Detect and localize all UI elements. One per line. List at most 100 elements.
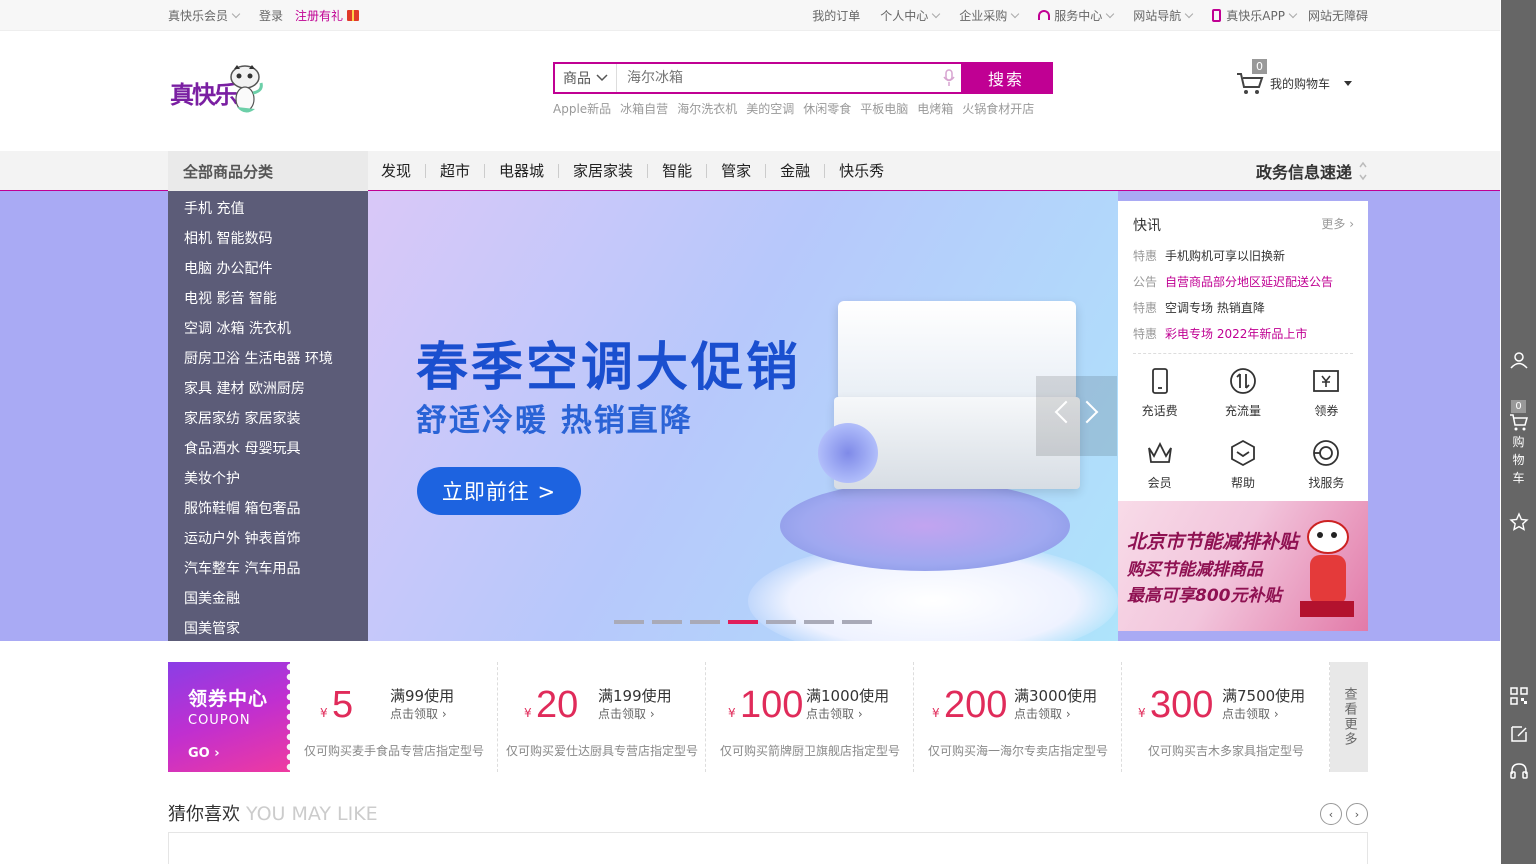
gov-info-link[interactable]: 政务信息速递 — [1256, 151, 1368, 191]
more-coupons-button[interactable]: 查看更多 — [1330, 662, 1368, 772]
enterprise-link[interactable]: 企业采购 — [959, 7, 1020, 24]
hotword-link[interactable]: 休闲零食 — [803, 100, 851, 117]
category-item[interactable]: 运动户外 钟表首饰 — [168, 524, 368, 554]
subsidy-promo-banner[interactable]: 北京市节能减排补贴 购买节能减排商品 最高可享800元补贴 — [1118, 501, 1368, 631]
category-item[interactable]: 美妆个护 — [168, 464, 368, 494]
category-item[interactable]: 厨房卫浴 生活电器 环境 — [168, 344, 368, 374]
news-tag: 特惠 — [1133, 327, 1158, 341]
voice-search-icon[interactable] — [937, 64, 961, 92]
nav-item-discover[interactable]: 发现 — [381, 164, 427, 179]
category-item[interactable]: 电视 影音 智能 — [168, 284, 368, 314]
coupon-amount: 300 — [1150, 684, 1214, 726]
coupon-description: 仅可购买海一海尔专卖店指定型号 — [927, 744, 1108, 758]
news-more-link[interactable]: 更多 › — [1321, 215, 1354, 235]
service-data[interactable]: 充流量 — [1201, 362, 1284, 434]
coupon-card[interactable]: ¥100 满1000使用 点击领取 › 仅可购买箭牌厨卫旗舰店指定型号 — [706, 662, 914, 772]
news-text: 彩电专场 2022年新品上市 — [1165, 327, 1308, 341]
category-item[interactable]: 电脑 办公配件 — [168, 254, 368, 284]
nav-item-happy-show[interactable]: 快乐秀 — [825, 164, 898, 179]
sidebar-qrcode[interactable] — [1501, 686, 1536, 706]
category-item[interactable]: 国美管家 — [168, 614, 368, 644]
carousel-dot[interactable] — [614, 620, 644, 624]
coupon-claim-link[interactable]: 点击领取 › — [1014, 705, 1071, 722]
all-categories-button[interactable]: 全部商品分类 — [168, 151, 368, 191]
register-link[interactable]: 注册有礼 — [295, 7, 360, 24]
coupon-center-title[interactable]: 领券中心 COUPON GO › — [168, 662, 294, 772]
personal-center-link[interactable]: 个人中心 — [880, 7, 941, 24]
search-category-select[interactable]: 商品 — [555, 64, 617, 92]
carousel-dot[interactable] — [842, 620, 872, 624]
promo-line: 购买节能减排商品 — [1127, 560, 1263, 580]
category-item[interactable]: 汽车整车 汽车用品 — [168, 554, 368, 584]
nav-item-appliance[interactable]: 电器城 — [485, 164, 560, 179]
member-link[interactable]: 真快乐会员 — [168, 7, 241, 24]
coupon-claim-link[interactable]: 点击领取 › — [1222, 705, 1279, 722]
service-coupon[interactable]: 领券 — [1285, 362, 1368, 434]
category-item[interactable]: 相机 智能数码 — [168, 224, 368, 254]
chevron-right-icon: › — [438, 707, 447, 721]
sidebar-favorites[interactable] — [1501, 512, 1536, 532]
accessibility-link[interactable]: 网站无障碍 — [1308, 7, 1368, 24]
my-cart-button[interactable]: 0 我的购物车 — [1236, 59, 1353, 95]
carousel-slide[interactable]: 春季空调大促销 舒适冷暖 热销直降 立即前往 > — [368, 191, 1118, 641]
site-nav-link[interactable]: 网站导航 — [1133, 7, 1194, 24]
hotword-link[interactable]: 海尔洗衣机 — [677, 100, 737, 117]
login-link[interactable]: 登录 — [259, 7, 283, 24]
hotword-link[interactable]: 火锅食材开店 — [962, 100, 1034, 117]
news-item[interactable]: 特惠 手机购机可享以旧换新 — [1133, 243, 1353, 269]
app-link[interactable]: 真快乐APP — [1212, 7, 1298, 24]
chevron-left-icon[interactable] — [1054, 400, 1078, 424]
news-item[interactable]: 特惠 空调专场 热销直降 — [1133, 295, 1353, 321]
coupon-card[interactable]: ¥300 满7500使用 点击领取 › 仅可购买吉木多家具指定型号 — [1122, 662, 1330, 772]
site-logo[interactable]: 真快乐 — [168, 63, 268, 121]
category-item[interactable]: 服饰鞋帽 箱包奢品 — [168, 494, 368, 524]
news-item[interactable]: 公告 自营商品部分地区延迟配送公告 — [1133, 269, 1353, 295]
category-item[interactable]: 家居家纺 家居家装 — [168, 404, 368, 434]
chevron-down-icon — [1288, 9, 1298, 19]
coupon-claim-link[interactable]: 点击领取 › — [390, 705, 447, 722]
category-item[interactable]: 空调 冰箱 洗衣机 — [168, 314, 368, 344]
category-item[interactable]: 家具 建材 欧洲厨房 — [168, 374, 368, 404]
chevron-right-icon[interactable] — [1075, 400, 1099, 424]
service-center-link[interactable]: 服务中心 — [1038, 7, 1115, 24]
my-orders-link[interactable]: 我的订单 — [812, 7, 860, 24]
prev-button[interactable]: ‹ — [1320, 803, 1342, 825]
coupon-card[interactable]: ¥20 满199使用 点击领取 › 仅可购买爱仕达厨具专营店指定型号 — [498, 662, 706, 772]
carousel-dot[interactable] — [690, 620, 720, 624]
service-member[interactable]: 会员 — [1118, 434, 1201, 506]
next-button[interactable]: › — [1346, 803, 1368, 825]
hotword-link[interactable]: 平板电脑 — [860, 100, 908, 117]
search-input[interactable] — [617, 64, 937, 92]
sidebar-cart[interactable]: 0 购物车 — [1501, 400, 1536, 487]
carousel-dot[interactable] — [728, 620, 758, 624]
coupon-card[interactable]: ¥5 满99使用 点击领取 › 仅可购买麦手食品专营店指定型号 — [290, 662, 498, 772]
category-item[interactable]: 手机 充值 — [168, 194, 368, 224]
nav-item-supermarket[interactable]: 超市 — [426, 164, 486, 179]
service-recharge[interactable]: 充话费 — [1118, 362, 1201, 434]
category-item[interactable]: 国美金融 — [168, 584, 368, 614]
carousel-dot[interactable] — [804, 620, 834, 624]
coupon-claim-link[interactable]: 点击领取 › — [806, 705, 863, 722]
hotword-link[interactable]: Apple新品 — [553, 100, 611, 117]
sidebar-feedback[interactable] — [1501, 724, 1536, 744]
hotword-link[interactable]: 美的空调 — [746, 100, 794, 117]
coupon-claim-link[interactable]: 点击领取 › — [598, 705, 655, 722]
nav-item-finance[interactable]: 金融 — [766, 164, 826, 179]
carousel-dot[interactable] — [652, 620, 682, 624]
nav-item-smart[interactable]: 智能 — [648, 164, 708, 179]
hotword-link[interactable]: 冰箱自营 — [620, 100, 668, 117]
nav-item-home[interactable]: 家居家装 — [559, 164, 649, 179]
coupon-card[interactable]: ¥200 满3000使用 点击领取 › 仅可购买海一海尔专卖店指定型号 — [914, 662, 1122, 772]
service-help[interactable]: 帮助 — [1201, 434, 1284, 506]
news-item[interactable]: 特惠 彩电专场 2022年新品上市 — [1133, 321, 1353, 347]
sidebar-service[interactable] — [1501, 762, 1536, 782]
hotword-link[interactable]: 电烤箱 — [917, 100, 953, 117]
nav-item-butler[interactable]: 管家 — [707, 164, 767, 179]
service-find[interactable]: 找服务 — [1285, 434, 1368, 506]
category-item[interactable]: 食品酒水 母婴玩具 — [168, 434, 368, 464]
sidebar-user[interactable] — [1501, 350, 1536, 370]
banner-go-button[interactable]: 立即前往 > — [417, 467, 581, 515]
search-button[interactable]: 搜索 — [961, 64, 1051, 92]
section-title: 猜你喜欢 YOU MAY LIKE — [168, 803, 378, 825]
carousel-dot[interactable] — [766, 620, 796, 624]
